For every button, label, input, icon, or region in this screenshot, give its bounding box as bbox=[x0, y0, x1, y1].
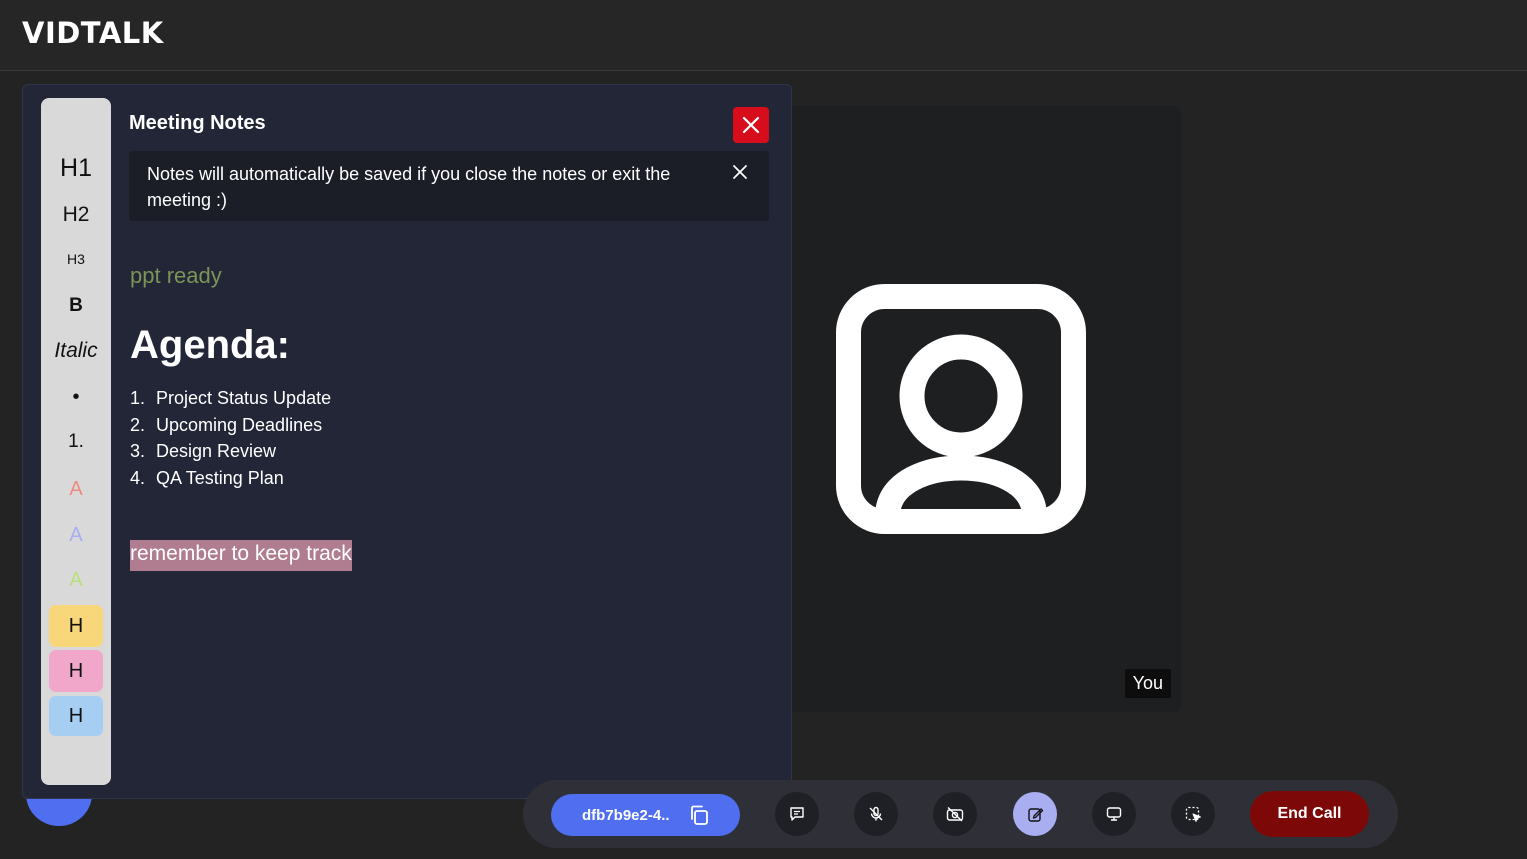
close-icon bbox=[742, 116, 760, 134]
dismiss-banner-icon[interactable] bbox=[731, 163, 749, 181]
chat-icon bbox=[790, 807, 804, 821]
mic-off-icon bbox=[869, 806, 883, 821]
list-item[interactable]: 1. Project Status Update bbox=[130, 385, 331, 412]
highlight-pink-button[interactable]: H bbox=[49, 650, 103, 692]
app: VIDTALK You H1 H2 H3 B Italic • 1. A A A… bbox=[0, 0, 1527, 859]
text-color-blue-button[interactable]: A bbox=[49, 516, 103, 554]
call-controls-bar: dfb7b9e2-4.. End Call bbox=[523, 780, 1398, 848]
bold-button[interactable]: B bbox=[49, 287, 103, 325]
note-heading[interactable]: Agenda: bbox=[130, 323, 290, 368]
copy-icon bbox=[691, 805, 708, 825]
heading-3-button[interactable]: H3 bbox=[49, 240, 103, 278]
chat-button[interactable] bbox=[775, 792, 819, 836]
mute-mic-button[interactable] bbox=[854, 792, 898, 836]
list-item[interactable]: 4. QA Testing Plan bbox=[130, 465, 331, 492]
agenda-list[interactable]: 1. Project Status Update 2. Upcoming Deadl… bbox=[130, 385, 331, 491]
camera-off-button[interactable] bbox=[933, 792, 977, 836]
video-tile-self: You bbox=[760, 106, 1181, 712]
notes-panel: H1 H2 H3 B Italic • 1. A A A H H H Meeti… bbox=[22, 84, 792, 799]
heading-2-button[interactable]: H2 bbox=[49, 196, 103, 234]
highlight-blue-button[interactable]: H bbox=[49, 696, 103, 736]
meeting-id-text: dfb7b9e2-4.. bbox=[582, 806, 670, 824]
list-item[interactable]: 3. Design Review bbox=[130, 438, 331, 465]
autosave-info-banner: Notes will automatically be saved if you… bbox=[129, 151, 769, 221]
formatting-toolbar: H1 H2 H3 B Italic • 1. A A A H H H bbox=[41, 98, 111, 785]
meeting-id-button[interactable]: dfb7b9e2-4.. bbox=[551, 794, 740, 836]
bullet-list-button[interactable]: • bbox=[49, 378, 103, 416]
end-call-button[interactable]: End Call bbox=[1250, 791, 1369, 837]
heading-1-button[interactable]: H1 bbox=[49, 149, 103, 187]
select-pointer-icon bbox=[1185, 806, 1201, 822]
participant-name-label: You bbox=[1124, 669, 1171, 698]
text-color-green-button[interactable]: A bbox=[49, 561, 103, 599]
list-item[interactable]: 2. Upcoming Deadlines bbox=[130, 412, 331, 439]
note-highlighted-line[interactable]: remember to keep track bbox=[130, 540, 352, 571]
close-notes-button[interactable] bbox=[733, 107, 769, 143]
share-screen-button[interactable] bbox=[1092, 792, 1136, 836]
autosave-info-text: Notes will automatically be saved if you… bbox=[147, 164, 671, 210]
notes-edit-icon bbox=[1027, 807, 1043, 822]
italic-button[interactable]: Italic bbox=[49, 332, 103, 370]
brand-logo: VIDTALK bbox=[22, 16, 164, 50]
monitor-icon bbox=[1106, 807, 1122, 821]
numbered-list-button[interactable]: 1. bbox=[49, 423, 103, 461]
whiteboard-button[interactable] bbox=[1171, 792, 1215, 836]
camera-off-icon bbox=[946, 806, 964, 822]
top-header: VIDTALK bbox=[0, 0, 1527, 71]
text-color-red-button[interactable]: A bbox=[49, 470, 103, 508]
notes-title: Meeting Notes bbox=[129, 112, 266, 134]
notes-button[interactable] bbox=[1013, 792, 1057, 836]
note-line-colored[interactable]: ppt ready bbox=[130, 263, 222, 289]
user-avatar-icon bbox=[836, 284, 1086, 534]
highlight-yellow-button[interactable]: H bbox=[49, 605, 103, 647]
